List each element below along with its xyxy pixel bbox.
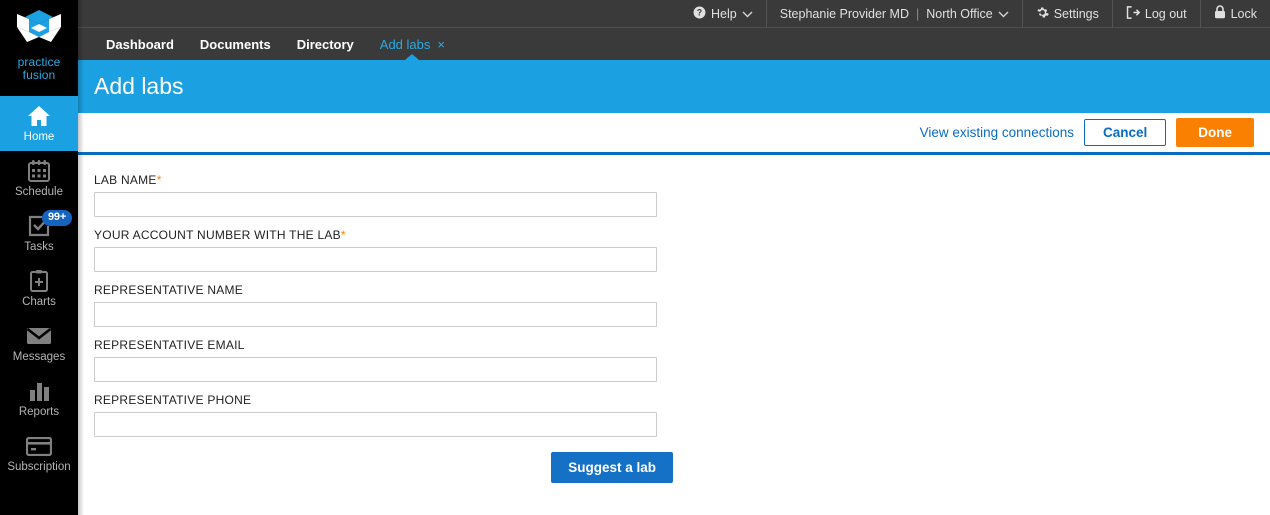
sidebar-item-home[interactable]: Home — [0, 96, 78, 151]
help-label: Help — [711, 7, 737, 21]
lock-button[interactable]: Lock — [1200, 0, 1270, 28]
clipboard-plus-icon — [26, 268, 52, 294]
field-label: REPRESENTATIVE NAME — [94, 283, 1270, 297]
tab-label: Add labs — [380, 37, 431, 52]
brand-logo[interactable]: practice fusion — [0, 0, 78, 96]
field-label: REPRESENTATIVE PHONE — [94, 393, 1270, 407]
office-label: North Office — [926, 7, 992, 21]
lab-name-input[interactable] — [94, 192, 657, 217]
field-label: YOUR ACCOUNT NUMBER WITH THE LAB* — [94, 228, 1270, 242]
sidebar-item-messages[interactable]: Messages — [0, 316, 78, 371]
credit-card-icon — [26, 433, 52, 459]
home-icon — [26, 103, 52, 129]
exit-icon — [1126, 6, 1140, 22]
tab-label: Directory — [297, 37, 354, 52]
field-account-number: YOUR ACCOUNT NUMBER WITH THE LAB* — [94, 228, 1270, 272]
page-title-banner: Add labs — [78, 60, 1270, 113]
tab-add-labs[interactable]: Add labs × — [367, 28, 458, 60]
app-window: practice fusion Home — [0, 0, 1270, 515]
page-title: Add labs — [94, 73, 184, 100]
view-existing-connections-link[interactable]: View existing connections — [920, 125, 1074, 140]
form-content: LAB NAME* YOUR ACCOUNT NUMBER WITH THE L… — [78, 155, 1270, 515]
header-separator: | — [914, 7, 921, 21]
suggest-row: Suggest a lab — [94, 452, 673, 483]
question-circle-icon: ? — [693, 6, 706, 22]
field-representative-email: REPRESENTATIVE EMAIL — [94, 338, 1270, 382]
tab-bar: Dashboard Documents Directory Add labs × — [78, 28, 1270, 60]
sidebar-item-tasks[interactable]: 99+ Tasks — [0, 206, 78, 261]
chevron-down-icon — [742, 7, 753, 21]
padlock-icon — [1214, 5, 1226, 22]
practice-fusion-cube-logo-icon — [13, 8, 65, 53]
sidebar-item-subscription[interactable]: Subscription — [0, 426, 78, 481]
left-sidebar: practice fusion Home — [0, 0, 78, 515]
representative-phone-input[interactable] — [94, 412, 657, 437]
envelope-icon — [26, 323, 52, 349]
help-menu[interactable]: ? Help — [680, 0, 766, 28]
svg-text:?: ? — [697, 7, 702, 17]
tab-documents[interactable]: Documents — [187, 28, 284, 60]
account-number-input[interactable] — [94, 247, 657, 272]
sidebar-item-label: Tasks — [24, 241, 53, 254]
field-label-text: LAB NAME — [94, 173, 157, 187]
user-and-office[interactable]: Stephanie Provider MD | North Office — [766, 0, 1022, 28]
field-label: REPRESENTATIVE EMAIL — [94, 338, 1270, 352]
tab-label: Dashboard — [106, 37, 174, 52]
tab-directory[interactable]: Directory — [284, 28, 367, 60]
bar-chart-icon — [26, 378, 52, 404]
sidebar-item-reports[interactable]: Reports — [0, 371, 78, 426]
field-representative-name: REPRESENTATIVE NAME — [94, 283, 1270, 327]
logout-label: Log out — [1145, 7, 1187, 21]
settings-button[interactable]: Settings — [1022, 0, 1112, 28]
brand-name-line2: fusion — [18, 69, 61, 82]
field-representative-phone: REPRESENTATIVE PHONE — [94, 393, 1270, 437]
field-lab-name: LAB NAME* — [94, 173, 1270, 217]
representative-email-input[interactable] — [94, 357, 657, 382]
logout-button[interactable]: Log out — [1112, 0, 1200, 28]
chevron-down-icon — [998, 7, 1009, 21]
sidebar-item-schedule[interactable]: Schedule — [0, 151, 78, 206]
representative-name-input[interactable] — [94, 302, 657, 327]
tasks-badge: 99+ — [42, 210, 72, 226]
sidebar-item-charts[interactable]: Charts — [0, 261, 78, 316]
user-name: Stephanie Provider MD — [780, 7, 909, 21]
settings-label: Settings — [1054, 7, 1099, 21]
sidebar-item-label: Reports — [19, 406, 59, 419]
done-button[interactable]: Done — [1176, 118, 1254, 147]
brand-name: practice fusion — [18, 56, 61, 82]
close-icon[interactable]: × — [437, 37, 445, 52]
tab-dashboard[interactable]: Dashboard — [93, 28, 187, 60]
required-marker: * — [157, 173, 162, 187]
field-label-text: YOUR ACCOUNT NUMBER WITH THE LAB — [94, 228, 341, 242]
top-header-bar: ? Help Stephanie Provider MD | North Off… — [78, 0, 1270, 28]
sidebar-item-label: Schedule — [15, 186, 63, 199]
suggest-a-lab-button[interactable]: Suggest a lab — [551, 452, 673, 483]
sidebar-item-label: Home — [24, 131, 55, 144]
field-label: LAB NAME* — [94, 173, 1270, 187]
action-bar: View existing connections Cancel Done — [78, 113, 1270, 152]
sidebar-item-label: Subscription — [7, 461, 70, 474]
cancel-button[interactable]: Cancel — [1084, 119, 1166, 146]
gear-icon — [1036, 6, 1049, 22]
tab-label: Documents — [200, 37, 271, 52]
calendar-icon — [26, 158, 52, 184]
sidebar-item-label: Charts — [22, 296, 56, 309]
sidebar-item-label: Messages — [13, 351, 65, 364]
lock-label: Lock — [1231, 7, 1257, 21]
required-marker: * — [341, 228, 346, 242]
